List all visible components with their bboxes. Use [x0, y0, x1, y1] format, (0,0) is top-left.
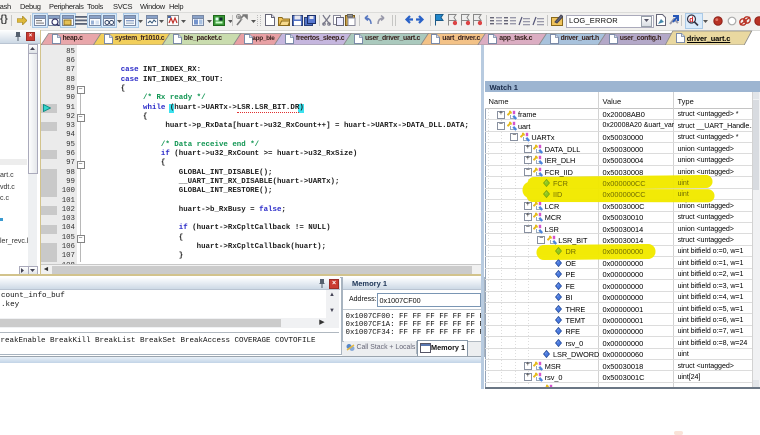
svg-text:d: d [689, 17, 693, 24]
